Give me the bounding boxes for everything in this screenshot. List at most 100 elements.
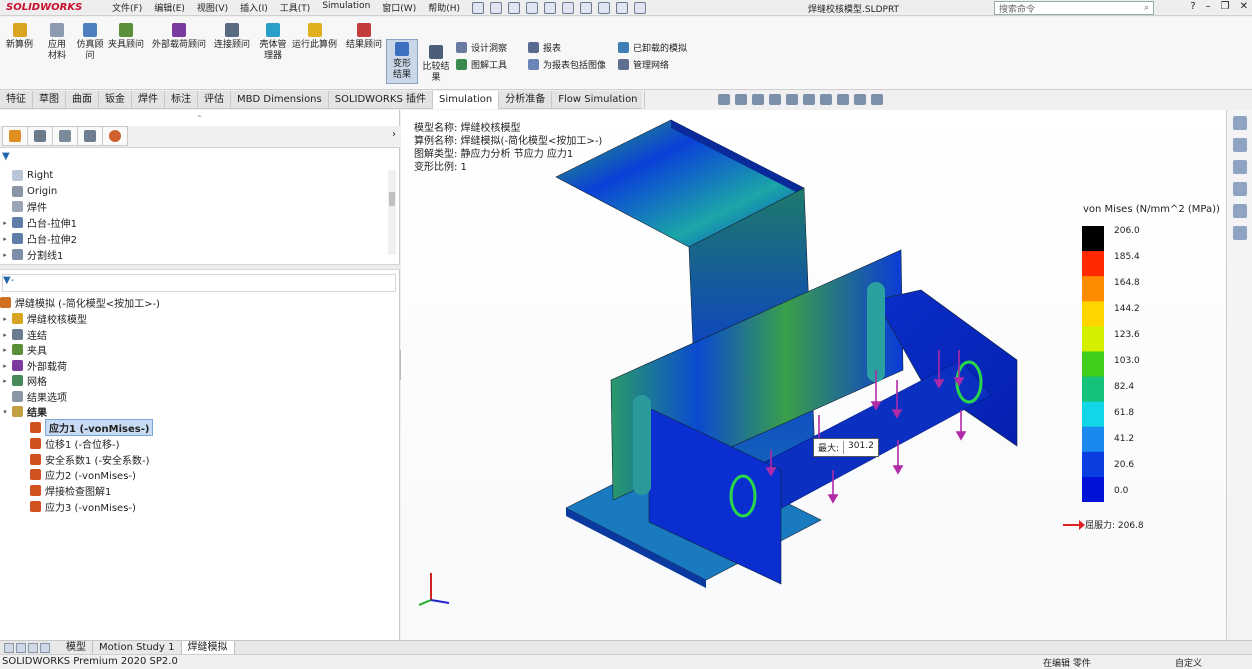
menu-edit[interactable]: 编辑(E) xyxy=(154,1,185,14)
display-manager-tab[interactable] xyxy=(102,126,128,146)
menu-view[interactable]: 视图(V) xyxy=(197,1,228,14)
max-stress-probe[interactable]: 最大: 301.2 xyxy=(813,438,879,457)
minimize-button[interactable]: – xyxy=(1206,1,1211,12)
study-root[interactable]: 焊缝模拟 (-简化模型<按加工>-) xyxy=(0,295,160,310)
tree-item-boss-extrude2[interactable]: ▸ 凸台-拉伸2 xyxy=(0,231,77,246)
panel-collapse-icon[interactable]: ⌃ xyxy=(196,114,203,123)
tree-item-origin[interactable]: Origin xyxy=(0,184,57,199)
new-document-icon[interactable] xyxy=(490,1,502,14)
zoom-fit-icon[interactable] xyxy=(718,94,730,105)
chevron-right-icon[interactable]: › xyxy=(392,129,396,140)
dimxpert-tab[interactable] xyxy=(77,126,103,146)
results-advisor-button[interactable]: 结果顾问 xyxy=(346,23,382,51)
help-icon[interactable]: ? xyxy=(1190,1,1195,12)
view-settings-icon[interactable] xyxy=(871,94,883,105)
plot-tools-button[interactable]: 图解工具 xyxy=(456,58,507,71)
appearance-icon[interactable] xyxy=(837,94,849,105)
tab-evaluate[interactable]: 评估 xyxy=(198,91,231,109)
tab-mbd-dimensions[interactable]: MBD Dimensions xyxy=(231,91,329,109)
tab-surfaces[interactable]: 曲面 xyxy=(66,91,99,109)
menu-window[interactable]: 窗口(W) xyxy=(382,1,416,14)
custom-properties-icon[interactable] xyxy=(1232,226,1247,240)
design-library-icon[interactable] xyxy=(1232,138,1247,152)
hide-show-icon[interactable] xyxy=(820,94,832,105)
last-tab-icon[interactable] xyxy=(40,642,50,653)
result-weld-check1[interactable]: 焊接检查图解1 xyxy=(28,483,111,498)
previous-view-icon[interactable] xyxy=(752,94,764,105)
apply-material-button[interactable]: 应用材料 xyxy=(44,23,70,62)
external-loads-advisor-button[interactable]: 外部载荷顾问 xyxy=(152,23,206,51)
open-icon[interactable] xyxy=(508,1,520,14)
tab-addins[interactable]: SOLIDWORKS 插件 xyxy=(329,91,433,109)
study-item-connections[interactable]: ▸ 连结 xyxy=(0,327,47,342)
result-stress3[interactable]: 应力3 (-vonMises-) xyxy=(28,499,136,514)
design-insight-button[interactable]: 设计洞察 xyxy=(456,41,507,54)
configuration-manager-tab[interactable] xyxy=(52,126,78,146)
section-view-icon[interactable] xyxy=(769,94,781,105)
restore-button[interactable]: ❐ xyxy=(1221,1,1230,12)
zoom-area-icon[interactable] xyxy=(735,94,747,105)
tree-item-boss-extrude1[interactable]: ▸ 凸台-拉伸1 xyxy=(0,215,77,230)
appearances-icon[interactable] xyxy=(1232,204,1247,218)
fixtures-advisor-button[interactable]: 夹具顾问 xyxy=(108,23,144,51)
study-item-external-loads[interactable]: ▸ 外部载荷 xyxy=(0,358,67,373)
menu-help[interactable]: 帮助(H) xyxy=(428,1,460,14)
options-gear-icon[interactable] xyxy=(634,1,646,14)
report-button[interactable]: 报表 xyxy=(528,41,561,54)
tab-model[interactable]: 模型 xyxy=(60,640,93,655)
menu-tools[interactable]: 工具(T) xyxy=(280,1,311,14)
view-orientation-icon[interactable] xyxy=(786,94,798,105)
property-manager-tab[interactable] xyxy=(27,126,53,146)
close-button[interactable]: ✕ xyxy=(1240,1,1248,12)
scene-icon[interactable] xyxy=(854,94,866,105)
tab-features[interactable]: 特征 xyxy=(0,91,33,109)
tab-simulation[interactable]: Simulation xyxy=(432,91,500,109)
tab-motion-study[interactable]: Motion Study 1 xyxy=(93,640,182,655)
manage-network-button[interactable]: 管理网络 xyxy=(618,58,669,71)
graphics-area[interactable]: 模型名称: 焊缝校核模型 算例名称: 焊缝模拟(-简化模型<按加工>-) 图解类… xyxy=(401,110,1226,640)
filter-icon[interactable]: ▼ xyxy=(2,151,10,162)
color-legend-bar[interactable] xyxy=(1082,226,1104,502)
shell-manager-button[interactable]: 壳体管理器 xyxy=(258,23,288,62)
tab-weld-simulation[interactable]: 焊缝模拟 xyxy=(181,640,235,655)
view-palette-icon[interactable] xyxy=(1232,182,1247,196)
first-tab-icon[interactable] xyxy=(4,642,14,653)
tree-item-weldment[interactable]: 焊件 xyxy=(0,199,47,214)
panel-splitter[interactable] xyxy=(0,264,400,270)
home-icon[interactable] xyxy=(1232,116,1247,130)
search-icon[interactable]: ⌕ xyxy=(1144,3,1149,13)
study-filter-field[interactable]: ▼- xyxy=(2,274,396,292)
display-style-icon[interactable] xyxy=(803,94,815,105)
save-icon[interactable] xyxy=(526,1,538,14)
custom-units[interactable]: 自定义 xyxy=(1175,656,1202,669)
rebuild-icon[interactable] xyxy=(598,1,610,14)
file-explorer-icon[interactable] xyxy=(1232,160,1247,174)
include-image-button[interactable]: 为报表包括图像 xyxy=(528,58,606,71)
next-tab-icon[interactable] xyxy=(28,642,38,653)
result-displacement1[interactable]: 位移1 (-合位移-) xyxy=(28,436,120,451)
offloaded-simulation-button[interactable]: 已卸载的模拟 xyxy=(618,41,687,54)
menu-file[interactable]: 文件(F) xyxy=(112,1,142,14)
run-study-button[interactable]: 运行此算例 xyxy=(292,23,337,51)
simulation-advisor-button[interactable]: 仿真顾问 xyxy=(76,23,104,62)
scrollbar-thumb[interactable] xyxy=(389,192,395,206)
tab-sketch[interactable]: 草图 xyxy=(33,91,66,109)
file-properties-icon[interactable] xyxy=(616,1,628,14)
home-icon[interactable] xyxy=(472,1,484,14)
compare-results-button[interactable]: 比较结果 xyxy=(422,45,450,84)
tab-markup[interactable]: 标注 xyxy=(165,91,198,109)
tree-item-right-plane[interactable]: Right xyxy=(0,168,53,183)
select-icon[interactable] xyxy=(580,1,592,14)
study-item-part[interactable]: ▸ 焊缝校核模型 xyxy=(0,311,87,326)
new-study-button[interactable]: 新算例 xyxy=(6,23,33,51)
print-icon[interactable] xyxy=(544,1,556,14)
tree-item-split-line1[interactable]: ▸ 分割线1 xyxy=(0,247,63,262)
tab-weldments[interactable]: 焊件 xyxy=(132,91,165,109)
tab-sheet-metal[interactable]: 钣金 xyxy=(99,91,132,109)
menu-simulation[interactable]: Simulation xyxy=(322,1,370,14)
search-input[interactable]: 搜索命令 ⌕ xyxy=(994,1,1154,15)
feature-tree-scrollbar[interactable] xyxy=(388,170,396,255)
study-item-result-options[interactable]: 结果选项 xyxy=(0,389,67,404)
feature-manager-tab[interactable] xyxy=(2,126,28,146)
tab-flow-simulation[interactable]: Flow Simulation xyxy=(552,91,645,109)
